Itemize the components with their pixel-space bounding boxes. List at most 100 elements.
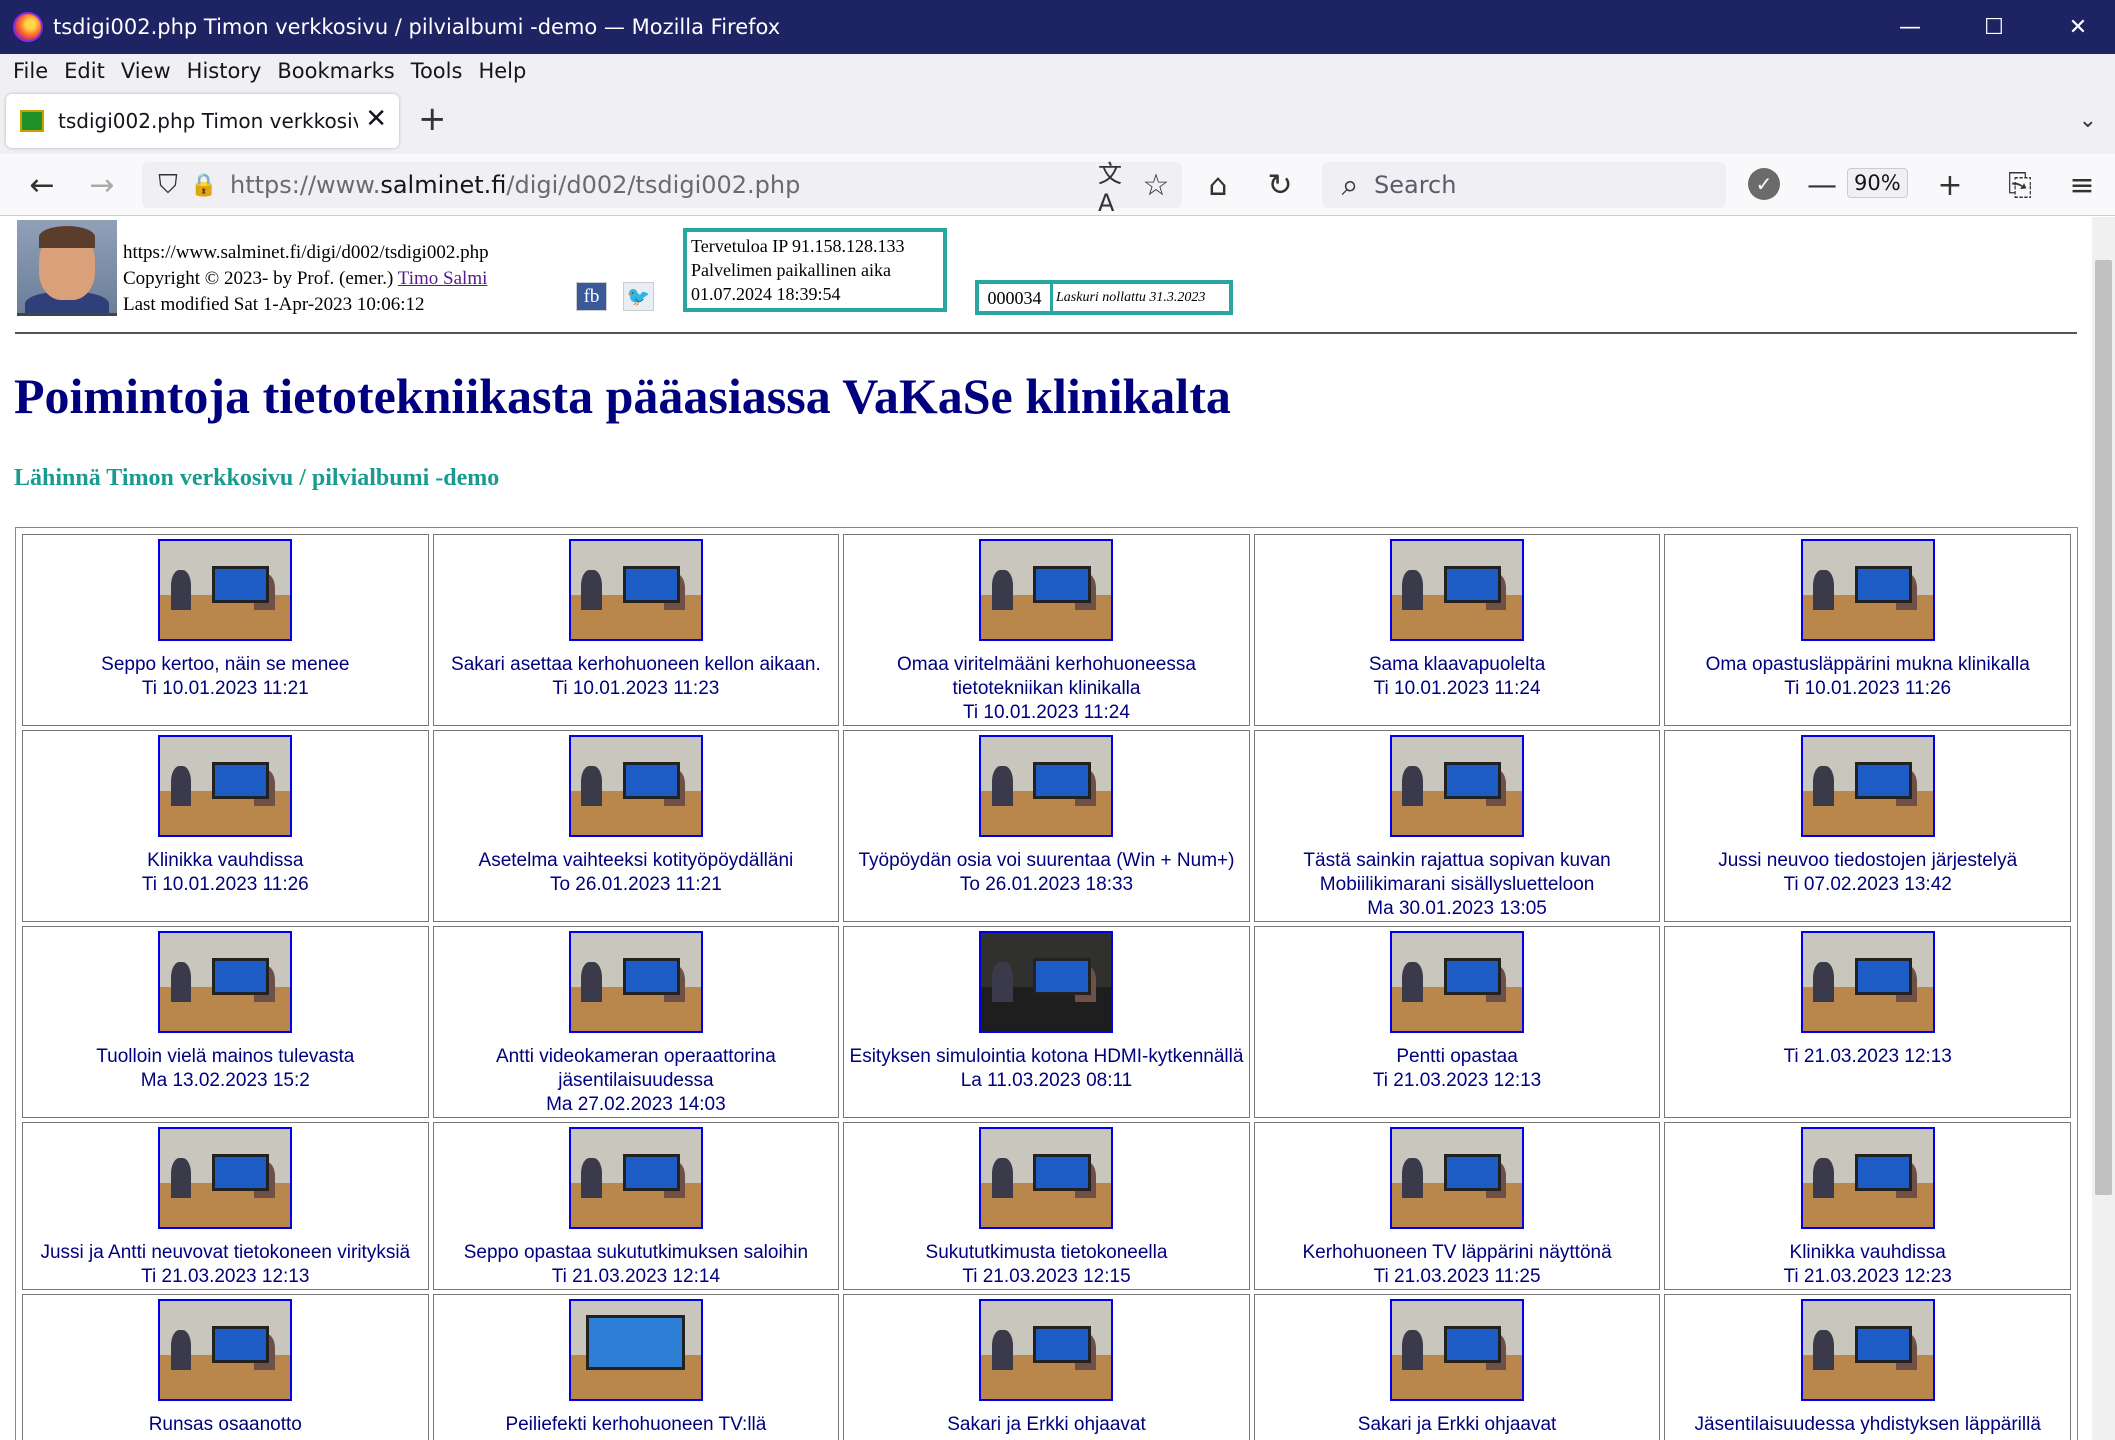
photo-thumbnail[interactable]: [979, 1299, 1114, 1401]
zoom-in-button[interactable]: +: [1930, 164, 1970, 206]
translate-icon[interactable]: 文A: [1098, 160, 1134, 217]
photo-thumbnail[interactable]: [158, 931, 293, 1033]
photo-caption: Sakari ja Erkki ohjaavat: [947, 1414, 1146, 1435]
forward-button[interactable]: →: [80, 164, 124, 206]
photo-caption: Klinikka vauhdissa: [147, 850, 304, 871]
url-text[interactable]: https://www.salminet.fi/digi/d002/tsdigi…: [230, 171, 800, 199]
photo-thumbnail[interactable]: [1800, 1299, 1935, 1401]
photo-thumbnail[interactable]: [1390, 1299, 1525, 1401]
photo-thumbnail[interactable]: [158, 735, 293, 837]
url-bar[interactable]: ⛉ 🔒 https://www.salminet.fi/digi/d002/ts…: [142, 160, 1182, 217]
zoom-level[interactable]: 90%: [1847, 168, 1908, 198]
tab-close-icon[interactable]: ✕: [365, 104, 387, 134]
photo-date: Ti 21.03.2023 11:25: [1373, 1266, 1541, 1287]
photo-thumbnail[interactable]: [1800, 1127, 1935, 1229]
photo-thumbnail[interactable]: [979, 1127, 1114, 1229]
tab-bar: tsdigi002.php Timon verkkosivu ✕ + ⌄: [0, 88, 2115, 154]
menu-file[interactable]: File: [13, 59, 48, 83]
gallery-cell: Antti videokameran operaattorina jäsenti…: [432, 926, 840, 1118]
menu-bar: File Edit View History Bookmarks Tools H…: [0, 54, 2115, 88]
counter-reset-note: Laskuri nollattu 31.3.2023: [1056, 290, 1206, 305]
server-time: 01.07.2024 18:39:54: [691, 284, 841, 304]
new-tab-button[interactable]: +: [418, 102, 447, 136]
photo-thumbnail[interactable]: [158, 1127, 293, 1229]
menu-bookmarks[interactable]: Bookmarks: [277, 59, 394, 83]
gallery-cell: Jäsentilaisuudessa yhdistyksen läppärill…: [1664, 1294, 2071, 1440]
lock-icon[interactable]: 🔒: [186, 164, 222, 206]
photo-thumbnail[interactable]: [568, 539, 703, 641]
gallery-cell: Sakari asettaa kerhohuoneen kellon aikaa…: [432, 534, 840, 726]
photo-thumbnail[interactable]: [158, 539, 293, 641]
photo-thumbnail[interactable]: [1800, 931, 1935, 1033]
menu-view[interactable]: View: [121, 59, 171, 83]
photo-caption: Esityksen simulointia kotona HDMI-kytken…: [849, 1046, 1244, 1067]
photo-date: To 26.01.2023 11:21: [549, 874, 722, 895]
photo-date: Ma 27.02.2023 14:03: [546, 1094, 726, 1115]
photo-thumbnail[interactable]: [979, 735, 1114, 837]
photo-date: Ti 21.03.2023 12:13: [141, 1266, 310, 1287]
photo-date: Ti 07.02.2023 13:42: [1783, 874, 1952, 895]
zoom-out-button[interactable]: —: [1802, 164, 1842, 206]
photo-caption: Sukututkimusta tietokoneella: [925, 1242, 1168, 1263]
reload-button[interactable]: ↻: [1258, 164, 1302, 206]
page-subtitle: Lähinnä Timon verkkosivu / pilvialbumi -…: [14, 465, 500, 491]
photo-thumbnail[interactable]: [568, 931, 703, 1033]
close-window-button[interactable]: ✕: [2036, 0, 2115, 54]
gallery-cell: Klinikka vauhdissa Ti 10.01.2023 11:26: [22, 730, 429, 922]
photo-date: Ti 21.03.2023 12:13: [1372, 1070, 1542, 1091]
photo-caption: Seppo opastaa sukututkimuksen saloihin: [463, 1242, 809, 1263]
gallery-cell: Sukututkimusta tietokoneella Ti 21.03.202…: [843, 1122, 1250, 1290]
photo-date: To 26.01.2023 18:33: [959, 874, 1134, 895]
photo-thumbnail[interactable]: [979, 931, 1114, 1033]
photo-thumbnail[interactable]: [979, 539, 1114, 641]
gallery-cell: Jussi neuvoo tiedostojen järjestelyä Ti 0…: [1664, 730, 2071, 922]
author-link[interactable]: Timo Salmi: [398, 268, 488, 289]
photo-caption: Seppo kertoo, näin se menee: [101, 654, 350, 675]
menu-tools[interactable]: Tools: [411, 59, 463, 83]
photo-caption: Runsas osaanotto: [148, 1414, 302, 1435]
bookmark-star-icon[interactable]: ☆: [1138, 164, 1174, 206]
photo-caption: Oma opastusläppärini mukna klinikalla: [1705, 654, 2030, 675]
photo-thumbnail[interactable]: [1390, 1127, 1525, 1229]
firefox-logo-icon: [13, 12, 43, 42]
photo-thumbnail[interactable]: [1390, 539, 1525, 641]
tracking-shield-icon[interactable]: ⛉: [150, 164, 186, 206]
menu-history[interactable]: History: [187, 59, 262, 83]
tab-active[interactable]: tsdigi002.php Timon verkkosivu ✕: [6, 94, 399, 148]
maximize-button[interactable]: ☐: [1952, 0, 2036, 54]
menu-edit[interactable]: Edit: [64, 59, 105, 83]
photo-thumbnail[interactable]: [568, 735, 703, 837]
photo-thumbnail[interactable]: [1800, 735, 1935, 837]
extension-check-icon[interactable]: ✓: [1748, 168, 1780, 200]
minimize-button[interactable]: —: [1868, 0, 1952, 54]
photo-thumbnail[interactable]: [158, 1299, 293, 1401]
photo-date: Ti 10.01.2023 11:26: [141, 874, 309, 895]
scrollbar-thumb[interactable]: [2095, 260, 2112, 1195]
twitter-icon[interactable]: 🐦: [623, 282, 654, 311]
page-url-line: https://www.salminet.fi/digi/d002/tsdigi…: [123, 242, 489, 263]
app-menu-button[interactable]: ≡: [2060, 164, 2104, 206]
menu-help[interactable]: Help: [478, 59, 526, 83]
back-button[interactable]: ←: [20, 164, 64, 206]
photo-thumbnail[interactable]: [568, 1127, 703, 1229]
list-all-tabs-icon[interactable]: ⌄: [2079, 108, 2097, 133]
gallery-row: Jussi ja Antti neuvovat tietokoneen viri…: [22, 1122, 2071, 1290]
photo-caption: Jussi neuvoo tiedostojen järjestelyä: [1718, 850, 2018, 871]
photo-date: Ti 10.01.2023 11:26: [1784, 678, 1952, 699]
gallery-cell: Omaa viritelmääni kerhohuoneessa tietote…: [843, 534, 1250, 726]
photo-thumbnail[interactable]: [1390, 735, 1525, 837]
visit-counter: 000034 Laskuri nollattu 31.3.2023: [975, 280, 1233, 315]
gallery-cell: Seppo opastaa sukututkimuksen saloihin Ti…: [432, 1122, 840, 1290]
photo-caption: Sakari asettaa kerhohuoneen kellon aikaa…: [451, 654, 821, 675]
extensions-icon[interactable]: ⎘: [1998, 164, 2042, 206]
photo-gallery: Seppo kertoo, näin se menee Ti 10.01.2023…: [15, 527, 2078, 1440]
photo-thumbnail[interactable]: [1390, 931, 1525, 1033]
gallery-cell: Sakari ja Erkki ohjaavatTi 21.03.2023 12…: [843, 1294, 1250, 1440]
gallery-cell: Asetelma vaihteeksi kotityöpöydälläni To …: [432, 730, 840, 922]
search-box[interactable]: ⌕ Search: [1322, 162, 1726, 208]
photo-thumbnail[interactable]: [1800, 539, 1935, 641]
server-time-label: Palvelimen paikallinen aika: [691, 260, 891, 280]
home-button[interactable]: ⌂: [1196, 164, 1240, 206]
facebook-icon[interactable]: fb: [576, 282, 607, 311]
photo-thumbnail[interactable]: [568, 1299, 703, 1401]
